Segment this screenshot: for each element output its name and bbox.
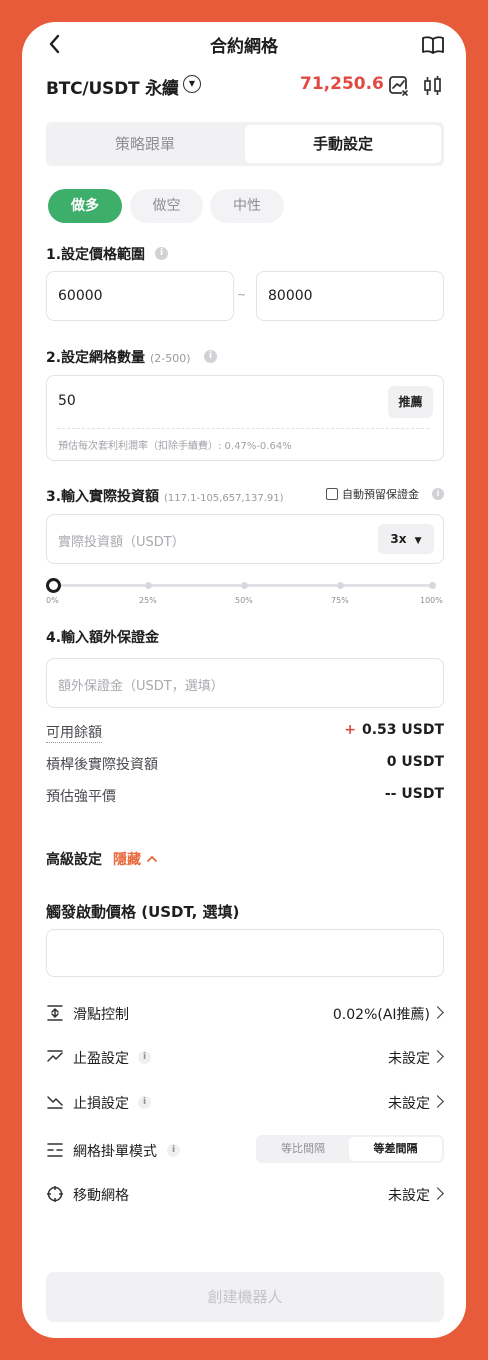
stop-loss-icon [46,1093,64,1111]
book-icon[interactable] [421,35,445,59]
liquidation-price-label: 預估強平價 [46,789,116,805]
info-icon[interactable]: i [204,350,217,363]
trigger-price-label: 觸發啟動價格 (USDT, 選填) [46,903,240,921]
phone-screen: 合約網格 BTC/USDT 永續 ▼ 71,250.6 策略跟單 手動設定 做多… [22,22,466,1338]
chart-icon[interactable] [388,75,410,101]
upper-price-value: 80000 [268,288,313,304]
info-icon[interactable]: i [138,1096,151,1109]
trading-pair[interactable]: BTC/USDT 永續 [46,74,179,99]
direction-short-button[interactable]: 做空 [130,189,203,223]
take-profit-icon [46,1048,64,1066]
available-balance-value: 0.53 USDT [361,722,444,738]
page-title: 合約網格 [210,37,278,57]
investment-slider-handle[interactable] [46,578,61,593]
slippage-icon [46,1004,64,1022]
range-separator: ~ [237,288,247,301]
slider-tick-label: 50% [235,596,253,605]
info-icon[interactable]: i [432,488,444,500]
investment-placeholder: 實際投資額（USDT） [58,535,185,550]
margin-label: 4.輸入額外保證金 [46,630,160,646]
lower-price-input[interactable]: 60000 [46,271,234,321]
slider-tick-label: 25% [139,596,157,605]
advanced-toggle-text: 隱藏 [113,852,141,868]
recommend-button[interactable]: 推薦 [388,386,433,418]
chevron-right-icon[interactable] [431,1095,444,1108]
investment-label-text: 3.輸入實際投資額 [46,489,160,505]
info-icon[interactable]: i [138,1051,151,1064]
stop-loss-value[interactable]: 未設定 [388,1093,430,1113]
move-grid-value[interactable]: 未設定 [388,1185,430,1205]
direction-neutral-button[interactable]: 中性 [210,189,284,223]
chevron-right-icon[interactable] [431,1187,444,1200]
divider [57,428,429,429]
grid-count-range: (2-500) [149,352,191,365]
caret-down-icon: ▼ [414,536,422,546]
take-profit-label: 止盈設定 [73,1051,129,1067]
add-balance-icon[interactable]: + [344,722,356,738]
investment-range: (117.1-105,657,137.91) [163,493,284,504]
auto-reserve-label[interactable]: 自動預留保證金 [342,486,419,502]
advanced-settings-label: 高級設定 [46,852,102,868]
create-bot-button[interactable]: 創建機器人 [46,1272,444,1322]
chevron-right-icon[interactable] [431,1006,444,1019]
order-mode-label: 網格掛單模式 [73,1144,157,1160]
available-balance-label-text: 可用餘額 [46,725,102,743]
candlestick-icon[interactable] [423,75,443,101]
investment-input[interactable]: 實際投資額（USDT） 3x ▼ [46,514,444,564]
slider-tick[interactable] [429,582,436,589]
chevron-right-icon[interactable] [431,1050,444,1063]
grid-count-label: 2.設定網格數量 (2-500) [46,347,190,367]
grid-count-input[interactable]: 50 推薦 預估每次套利利潤率（扣除手續費）: 0.47%-0.64% [46,375,444,461]
upper-price-input[interactable]: 80000 [256,271,444,321]
move-grid-icon [46,1185,64,1203]
leveraged-investment-value: 0 USDT [386,754,444,770]
stop-loss-label: 止損設定 [73,1096,129,1112]
chevron-up-icon [146,855,158,863]
slider-tick[interactable] [337,582,344,589]
lower-price-value: 60000 [58,288,103,304]
slider-tick-label: 0% [46,596,59,605]
leverage-value: 3x [390,532,407,546]
auto-reserve-checkbox[interactable] [326,488,338,500]
info-icon[interactable]: i [167,1144,180,1157]
slippage-label: 滑點控制 [73,1007,129,1023]
extra-margin-placeholder: 額外保證金（USDT，選填） [58,679,224,694]
grid-count-label-text: 2.設定網格數量 [46,350,146,366]
advanced-toggle[interactable]: 隱藏 [113,849,158,869]
slider-tick-label: 75% [331,596,349,605]
slider-tick-label: 100% [420,596,443,605]
order-mode-arithmetic[interactable]: 等差間隔 [349,1137,442,1161]
leverage-selector[interactable]: 3x ▼ [378,524,434,554]
current-price: 71,250.6 [300,74,384,94]
order-mode-geometric[interactable]: 等比間隔 [256,1135,350,1163]
investment-label: 3.輸入實際投資額 (117.1-105,657,137.91) [46,486,284,506]
liquidation-price-value: -- USDT [384,786,444,802]
grid-count-value: 50 [58,393,76,409]
slippage-value[interactable]: 0.02%(AI推薦) [333,1004,430,1024]
tab-manual-setup[interactable]: 手動設定 [245,125,441,163]
grid-mode-icon [46,1141,64,1159]
tab-strategy-copy[interactable]: 策略跟單 [46,122,244,166]
available-balance: +0.53 USDT [344,722,444,738]
available-balance-label[interactable]: 可用餘額 [46,722,102,743]
slider-tick[interactable] [241,582,248,589]
profit-rate-estimate: 預估每次套利利潤率（扣除手續費）: 0.47%-0.64% [58,441,292,452]
slider-tick[interactable] [145,582,152,589]
take-profit-value[interactable]: 未設定 [388,1048,430,1068]
leveraged-investment-label: 槓桿後實際投資額 [46,757,158,773]
direction-long-button[interactable]: 做多 [48,189,122,223]
price-range-label: 1.設定價格範圍 [46,247,146,263]
info-icon[interactable]: i [155,247,168,260]
trigger-price-input[interactable] [46,929,444,977]
move-grid-label: 移動網格 [73,1188,129,1204]
pair-dropdown-icon[interactable]: ▼ [183,75,201,93]
extra-margin-input[interactable]: 額外保證金（USDT，選填） [46,658,444,708]
